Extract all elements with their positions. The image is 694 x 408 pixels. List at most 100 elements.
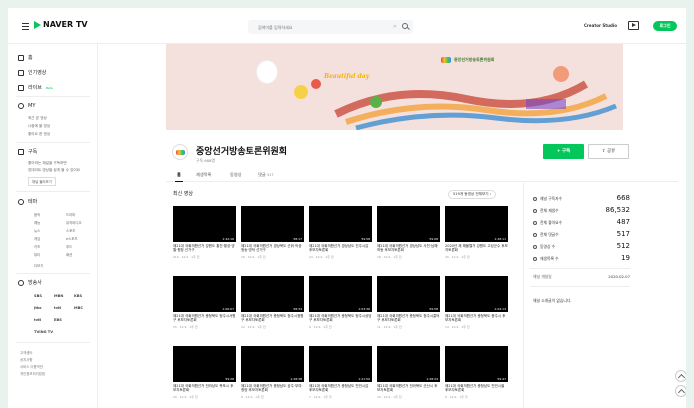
my-item-later[interactable]: 나중에 볼 영상 <box>28 124 50 129</box>
browse-channels-button[interactable]: 채널 둘러보기 <box>28 177 56 186</box>
channel-intro-empty: 채널 소개글이 없습니다. <box>533 298 572 303</box>
video-thumbnail[interactable]: 1:42:16 <box>173 206 236 242</box>
scroll-top-button[interactable] <box>675 385 686 397</box>
broadcaster-item[interactable]: tvN <box>34 318 41 322</box>
playlist-icon <box>533 257 537 261</box>
tab-comments[interactable]: 댓글 517 <box>258 172 274 178</box>
video-title[interactable]: 제21대 국회의원선거 충청남도 천안시을 후보자토론회 <box>445 384 508 393</box>
clear-icon[interactable]: ✕ <box>393 24 397 30</box>
sidebar-label: 테마 <box>28 199 38 205</box>
video-thumbnail[interactable]: 58:34 <box>241 276 304 312</box>
video-thumbnail[interactable]: 59:58 <box>377 276 440 312</box>
theme-item[interactable]: 음악 <box>34 212 40 217</box>
beta-badge: Beta <box>45 85 53 90</box>
theme-item[interactable]: 키즈 <box>34 244 40 249</box>
video-thumbnail[interactable]: 1:04:13 <box>445 276 508 312</box>
video-meta: 15 · 12.9 · 1주 전 <box>173 325 198 329</box>
my-item-liked[interactable]: 좋아요 한 영상 <box>28 132 50 137</box>
tab-playlists[interactable]: 재생목록 <box>196 172 211 178</box>
video-thumbnail[interactable]: 1:21:50 <box>309 346 372 382</box>
theme-item[interactable]: 패션 <box>66 252 72 257</box>
theme-item[interactable]: 예능 <box>34 220 40 225</box>
video-title[interactable]: 제21대 국회의원선거 경상남도 진주시갑 후보자토론회 <box>309 244 372 253</box>
sidebar-item-popular[interactable]: 인기영상 <box>18 69 46 76</box>
video-title[interactable]: 제21대 국회의원선거 경상남도 사천·남해·하동 후보자토론회 <box>377 244 440 253</box>
video-title[interactable]: 제21대 국회의원선거 충청남도 천안시갑 후보자토론회 <box>309 384 372 393</box>
video-thumbnail[interactable]: 59:58 <box>309 206 372 242</box>
theme-item[interactable]: 게임 <box>34 236 40 241</box>
video-title[interactable]: 제21대 국회의원선거 충청북도 청주시서원구 후보자토론회 <box>173 314 236 323</box>
video-title[interactable]: 제21대 국회의원선거 충청북도 청주시상당구 후보자토론회 <box>309 314 372 323</box>
view-all-videos-button[interactable]: 519개 동영상 전체보기 › <box>448 190 497 199</box>
footer-link[interactable]: 공지사항 <box>20 357 32 362</box>
video-thumbnail[interactable]: 1:28:38 <box>241 346 304 382</box>
theme-more-link[interactable]: 더보기 <box>34 263 43 268</box>
video-title[interactable]: 제21대 국회의원선거 경상북도 군위·의성·청송·영덕 선거구 <box>241 244 304 253</box>
share-button[interactable]: ⇪ 공유 <box>588 144 629 159</box>
theme-item[interactable]: 뉴스 <box>34 228 40 233</box>
sidebar-item-theme[interactable]: 테마 <box>18 198 37 205</box>
broadcaster-item[interactable]: SBS <box>34 294 42 298</box>
video-thumbnail[interactable]: 1:06:07 <box>173 276 236 312</box>
video-duration: 59:08 <box>428 237 439 241</box>
video-thumbnail[interactable]: 1:28:24 <box>377 346 440 382</box>
theme-item[interactable]: 뮤직비디오 <box>66 220 82 225</box>
upload-icon[interactable] <box>628 21 639 30</box>
theme-item[interactable]: e스포츠 <box>66 236 77 241</box>
video-title[interactable]: 제21대 국회의원선거 전라남도 목포시 후보자토론회 <box>173 384 236 393</box>
broadcaster-item[interactable]: EBS <box>54 318 62 322</box>
footer-link[interactable]: 고객센터 <box>20 350 32 355</box>
naver-tv-logo[interactable]: NAVER TV <box>34 20 88 29</box>
search-icon[interactable] <box>402 23 408 29</box>
channel-avatar[interactable] <box>172 144 188 160</box>
video-thumbnail[interactable]: 59:47 <box>445 346 508 382</box>
creator-studio-link[interactable]: Creator Studio <box>584 23 617 28</box>
video-thumbnail[interactable]: 59:08 <box>377 206 440 242</box>
stat-label: 전체 재생수 <box>533 208 559 214</box>
channel-subscriber-count: 구독 668명 <box>196 158 215 163</box>
video-title[interactable]: 제21대 국회의원선거 충청북도 청주시흥덕구 후보자토론회 <box>377 314 440 323</box>
tab-home[interactable]: 홈 <box>175 172 183 182</box>
login-button[interactable]: 로그인 <box>653 21 677 31</box>
sidebar-item-home[interactable]: 홈 <box>18 54 33 61</box>
footer-link[interactable]: 개인정보처리방침 <box>20 371 45 376</box>
theme-item[interactable]: 뷰티 <box>34 252 40 257</box>
theme-item[interactable]: 푸드 <box>66 244 72 249</box>
menu-icon[interactable] <box>22 23 29 32</box>
play-logo-icon <box>34 20 41 29</box>
broadcaster-item[interactable]: MBC <box>74 306 83 310</box>
stat-label-text: 동영상 수 <box>540 244 556 249</box>
video-title[interactable]: 2020년 제 해볼렐거 강원도 고성군수 후보자토론회 <box>445 244 508 253</box>
sidebar-item-my[interactable]: MY <box>18 103 35 109</box>
video-title[interactable]: 제21대 국회의원선거 전라북도 군산시 후보자토론회 <box>377 384 440 393</box>
video-title[interactable]: 제21대 국회의원선거 충청북도 충주시 후보자토론회 <box>445 314 508 323</box>
theme-item[interactable]: 드라마 <box>66 212 75 217</box>
theme-item[interactable]: 스포츠 <box>66 228 75 233</box>
home-float-button[interactable] <box>675 370 686 382</box>
broadcaster-item[interactable]: tvN <box>54 306 61 310</box>
video-thumbnail[interactable]: 1:03:36 <box>309 276 372 312</box>
broadcaster-item[interactable]: jtbc <box>34 306 42 310</box>
video-title[interactable]: 제21대 국회의원선거 충청남도 공주·부여·청양 후보자토론회 <box>241 384 304 393</box>
tab-videos[interactable]: 동영상 <box>230 172 242 178</box>
sidebar-item-subscribe[interactable]: 구독 <box>18 148 37 155</box>
video-thumbnail[interactable]: 58:17 <box>241 206 304 242</box>
broadcaster-item[interactable]: KBS <box>74 294 82 298</box>
divider <box>530 268 630 269</box>
video-meta: 11 · 12.9 · 1주 전 <box>377 325 402 329</box>
video-thumbnail[interactable]: 1:28:11 <box>445 206 508 242</box>
footer-link[interactable]: 서비스 이용약관 <box>20 364 43 369</box>
sidebar-item-broadcast[interactable]: 방송사 <box>18 279 42 286</box>
my-item-recent[interactable]: 최근 본 영상 <box>28 116 47 121</box>
broadcaster-item[interactable]: TVING TV <box>34 330 53 334</box>
sidebar-label: MY <box>28 103 36 109</box>
broadcaster-item[interactable]: MBN <box>54 294 63 298</box>
search-input[interactable] <box>248 20 378 34</box>
video-thumbnail[interactable]: 59:28 <box>173 346 236 382</box>
sidebar: 홈 인기영상 라이브 Beta MY 최근 본 영상 나중에 볼 영상 좋아요 한… <box>8 44 98 408</box>
video-title[interactable]: 제21대 국회의원선거 충청북도 청주시청원구 후보자토론회 <box>241 314 304 323</box>
sidebar-item-live[interactable]: 라이브 Beta <box>18 84 53 91</box>
top-bar: NAVER TV ✕ Creator Studio 로그인 <box>8 8 686 44</box>
subscribe-button[interactable]: + 구독 <box>543 144 584 159</box>
video-title[interactable]: 제21대 국회의원선거 강원도 홍천·횡성·영월·평창 선거구 <box>173 244 236 253</box>
